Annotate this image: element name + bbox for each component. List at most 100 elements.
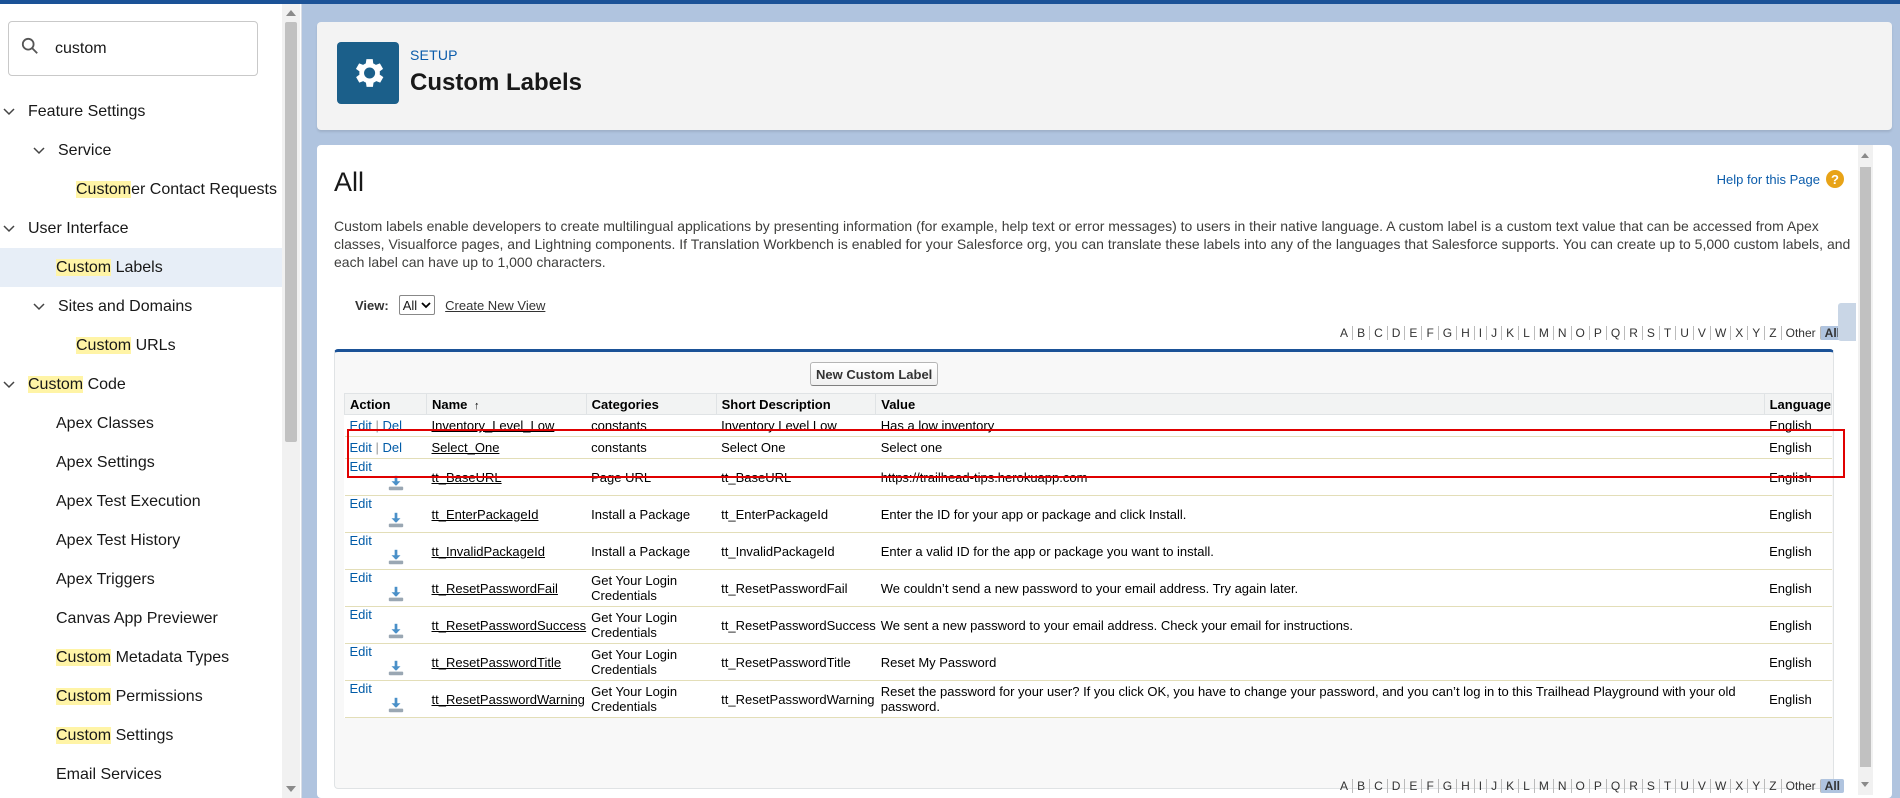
- scroll-down-arrow[interactable]: [1861, 782, 1869, 787]
- alpha-filter-p[interactable]: P: [1588, 779, 1606, 793]
- alpha-filter-y[interactable]: Y: [1747, 326, 1764, 340]
- alpha-filter-v[interactable]: V: [1692, 779, 1710, 793]
- alpha-filter-a[interactable]: A: [1336, 326, 1352, 340]
- sidebar-item[interactable]: Apex Triggers: [0, 560, 282, 599]
- label-name-link[interactable]: tt_InvalidPackageId: [432, 544, 545, 559]
- create-new-view-link[interactable]: Create New View: [445, 298, 545, 313]
- sidebar-item[interactable]: Feature Settings: [0, 92, 282, 131]
- alpha-filter-x[interactable]: X: [1730, 779, 1747, 793]
- col-categories[interactable]: Categories: [585, 393, 717, 415]
- alpha-filter-h[interactable]: H: [1456, 326, 1474, 340]
- alpha-filter-e[interactable]: E: [1404, 326, 1421, 340]
- alpha-filter-c[interactable]: C: [1369, 326, 1387, 340]
- alpha-filter-s[interactable]: S: [1641, 326, 1659, 340]
- label-name[interactable]: tt_ResetPasswordWarning: [426, 680, 587, 718]
- alpha-filter-f[interactable]: F: [1421, 326, 1437, 340]
- alpha-filter-l[interactable]: L: [1518, 326, 1534, 340]
- alpha-filter-d[interactable]: D: [1386, 779, 1405, 793]
- alpha-filter-g[interactable]: G: [1437, 326, 1456, 340]
- col-short-description[interactable]: Short Description: [715, 393, 877, 415]
- col-language[interactable]: Language: [1763, 393, 1833, 415]
- edit-link[interactable]: Edit: [350, 459, 372, 474]
- label-name-link[interactable]: tt_ResetPasswordSuccess: [432, 618, 587, 633]
- sidebar-item[interactable]: Apex Classes: [0, 404, 282, 443]
- chevron-down-icon[interactable]: [30, 298, 48, 316]
- scroll-up-arrow[interactable]: [286, 10, 296, 16]
- del-link[interactable]: Del: [383, 440, 403, 455]
- alpha-filter-d[interactable]: D: [1386, 326, 1405, 340]
- alpha-filter-l[interactable]: L: [1518, 779, 1534, 793]
- alpha-filter-n[interactable]: N: [1552, 779, 1571, 793]
- label-name[interactable]: Inventory_Level_Low: [426, 414, 587, 437]
- label-name-link[interactable]: tt_ResetPasswordFail: [432, 581, 558, 596]
- scroll-up-arrow[interactable]: [1861, 153, 1869, 158]
- col-value[interactable]: Value: [875, 393, 1765, 415]
- label-name-link[interactable]: Inventory_Level_Low: [432, 418, 555, 433]
- sidebar-item[interactable]: Canvas App Previewer: [0, 599, 282, 638]
- alpha-filter-b[interactable]: B: [1352, 326, 1369, 340]
- alpha-filter-w[interactable]: W: [1709, 326, 1730, 340]
- alpha-filter-q[interactable]: Q: [1605, 779, 1624, 793]
- col-name[interactable]: Name ↑: [426, 393, 587, 415]
- alpha-filter-other[interactable]: Other: [1780, 326, 1820, 340]
- alpha-filter-w[interactable]: W: [1709, 779, 1730, 793]
- edit-link[interactable]: Edit: [350, 570, 372, 585]
- alpha-filter-q[interactable]: Q: [1605, 326, 1624, 340]
- sidebar-item[interactable]: Customer Contact Requests: [0, 170, 282, 209]
- sidebar-item[interactable]: User Interface: [0, 209, 282, 248]
- label-name[interactable]: tt_ResetPasswordSuccess: [426, 606, 587, 644]
- alpha-filter-e[interactable]: E: [1404, 779, 1421, 793]
- scroll-down-arrow[interactable]: [286, 786, 296, 792]
- label-name-link[interactable]: tt_BaseURL: [432, 470, 502, 485]
- chevron-down-icon[interactable]: [0, 220, 18, 238]
- alpha-filter-all[interactable]: All: [1819, 779, 1844, 793]
- alpha-filter-t[interactable]: T: [1658, 326, 1675, 340]
- label-name[interactable]: tt_ResetPasswordTitle: [426, 643, 587, 681]
- edit-link[interactable]: Edit: [350, 418, 372, 433]
- label-name[interactable]: tt_ResetPasswordFail: [426, 569, 587, 607]
- alpha-filter-g[interactable]: G: [1437, 779, 1456, 793]
- label-name-link[interactable]: tt_EnterPackageId: [432, 507, 539, 522]
- view-select[interactable]: All: [398, 295, 436, 315]
- alpha-filter-h[interactable]: H: [1456, 779, 1474, 793]
- sidebar-item[interactable]: Apex Test Execution: [0, 482, 282, 521]
- alpha-filter-i[interactable]: I: [1473, 326, 1486, 340]
- alpha-filter-z[interactable]: Z: [1764, 779, 1780, 793]
- alpha-filter-x[interactable]: X: [1730, 326, 1747, 340]
- alpha-filter-m[interactable]: M: [1533, 779, 1553, 793]
- alpha-filter-v[interactable]: V: [1692, 326, 1710, 340]
- sidebar-item[interactable]: Custom Settings: [0, 716, 282, 755]
- sidebar-item[interactable]: Apex Settings: [0, 443, 282, 482]
- content-scrollbar[interactable]: [1858, 145, 1873, 795]
- help-link[interactable]: Help for this Page: [1717, 172, 1820, 187]
- label-name[interactable]: Select_One: [426, 436, 587, 459]
- edit-link[interactable]: Edit: [350, 496, 372, 511]
- label-name[interactable]: tt_BaseURL: [426, 458, 587, 496]
- edit-link[interactable]: Edit: [350, 533, 372, 548]
- sidebar-item[interactable]: Sites and Domains: [0, 287, 282, 326]
- alpha-filter-k[interactable]: K: [1501, 779, 1518, 793]
- alpha-filter-u[interactable]: U: [1675, 326, 1693, 340]
- help-icon[interactable]: ?: [1826, 170, 1844, 188]
- sidebar-item[interactable]: Custom Metadata Types: [0, 638, 282, 677]
- alpha-filter-j[interactable]: J: [1486, 779, 1501, 793]
- alpha-filter-m[interactable]: M: [1533, 326, 1553, 340]
- alpha-filter-y[interactable]: Y: [1747, 779, 1764, 793]
- sidebar-item[interactable]: Custom URLs: [0, 326, 282, 365]
- alpha-filter-p[interactable]: P: [1588, 326, 1606, 340]
- sidebar-item[interactable]: Service: [0, 131, 282, 170]
- alpha-filter-n[interactable]: N: [1552, 326, 1571, 340]
- help-for-this-page[interactable]: Help for this Page ?: [1717, 170, 1844, 188]
- alpha-filter-u[interactable]: U: [1675, 779, 1693, 793]
- label-name[interactable]: tt_EnterPackageId: [426, 495, 587, 533]
- label-name[interactable]: tt_InvalidPackageId: [426, 532, 587, 570]
- quick-find-search[interactable]: custom: [8, 21, 258, 76]
- alpha-filter-k[interactable]: K: [1501, 326, 1518, 340]
- alpha-filter-a[interactable]: A: [1336, 779, 1352, 793]
- search-input-value[interactable]: custom: [55, 40, 107, 58]
- alpha-filter-c[interactable]: C: [1369, 779, 1387, 793]
- edit-link[interactable]: Edit: [350, 644, 372, 659]
- side-panel-handle[interactable]: [1838, 303, 1856, 341]
- del-link[interactable]: Del: [383, 418, 403, 433]
- alpha-filter-j[interactable]: J: [1486, 326, 1501, 340]
